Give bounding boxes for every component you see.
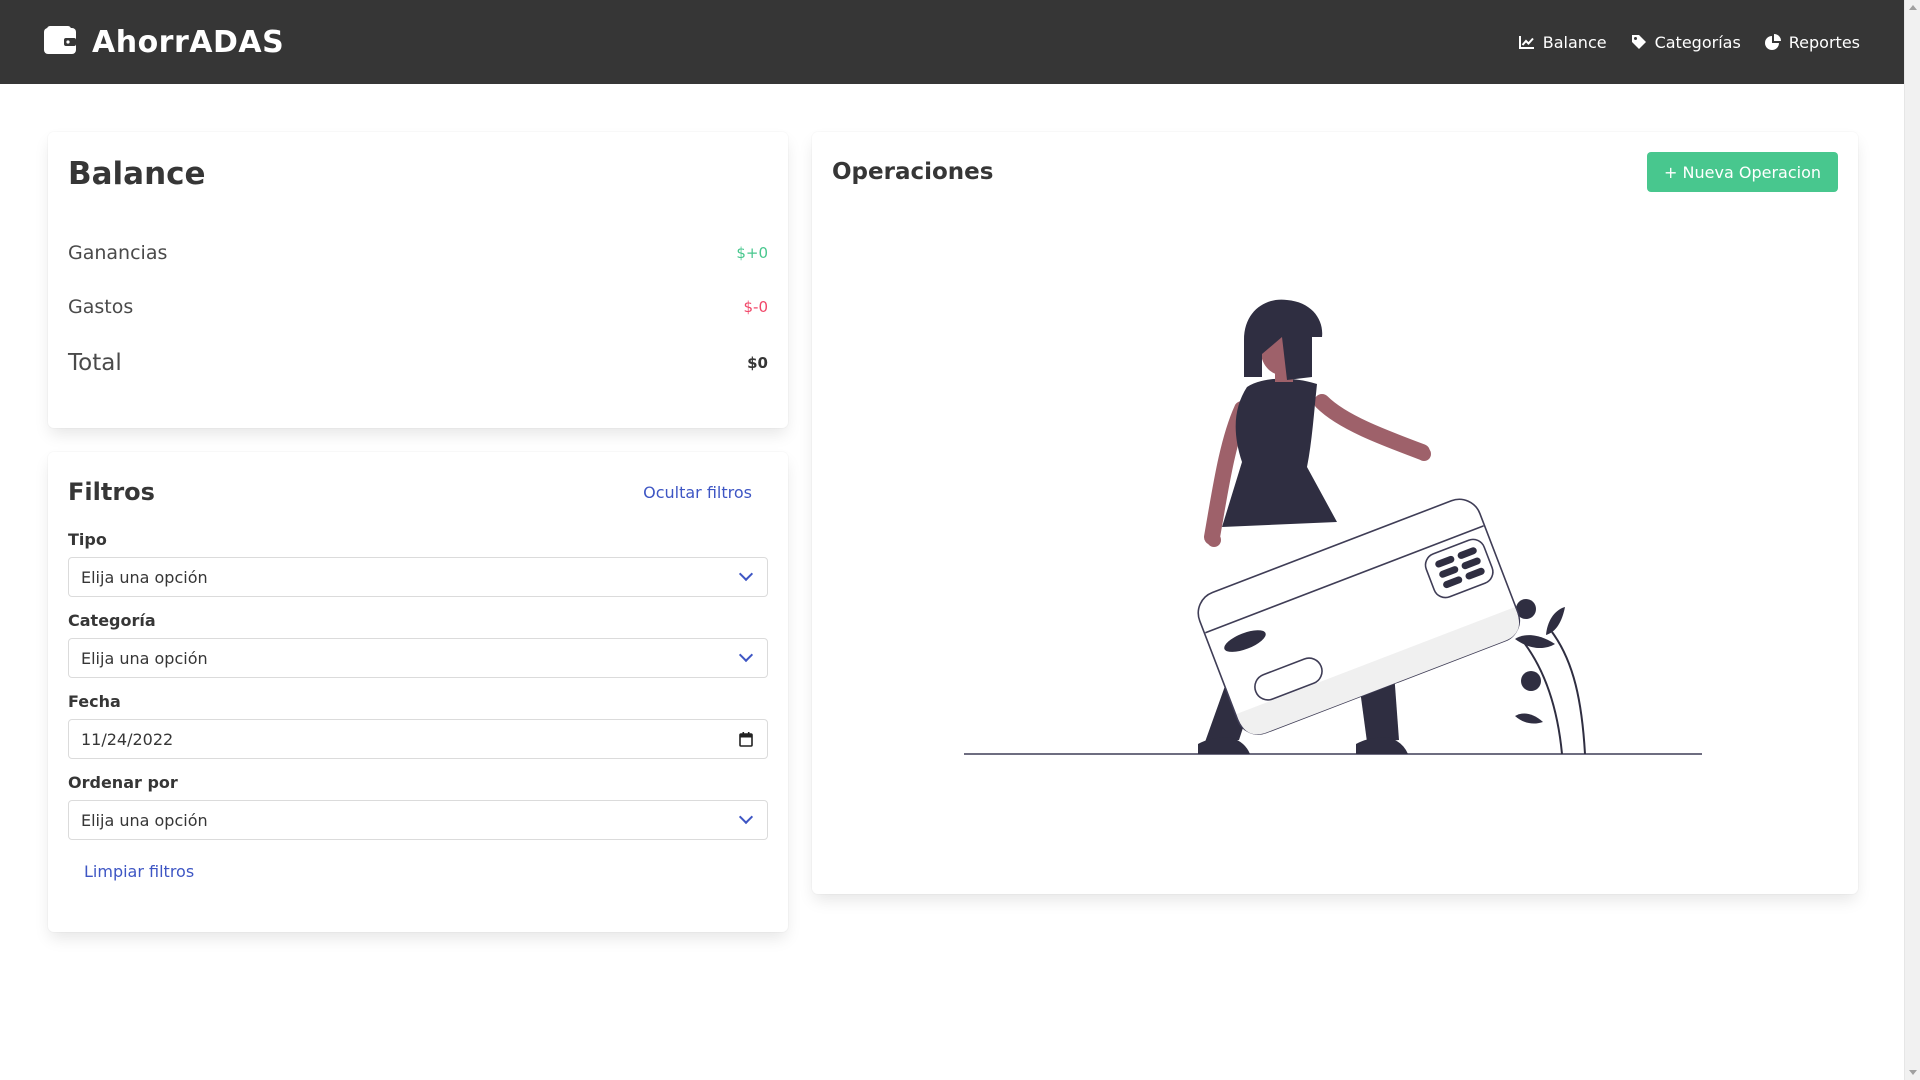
new-operation-button[interactable]: + Nueva Operacion <box>1647 152 1838 192</box>
total-value: $0 <box>747 354 768 372</box>
categoria-label: Categoría <box>68 611 156 630</box>
chevron-down-icon <box>738 647 754 663</box>
nav-item-balance[interactable]: Balance <box>1518 32 1607 52</box>
tipo-label: Tipo <box>68 530 107 549</box>
operations-title: Operaciones <box>832 159 994 185</box>
nav-item-reportes[interactable]: Reportes <box>1764 32 1860 52</box>
brand-title: AhorrADAS <box>92 24 285 60</box>
fecha-input-value: 11/24/2022 <box>81 729 174 749</box>
filters-header: Filtros Ocultar filtros <box>68 472 768 512</box>
filters-card: Filtros Ocultar filtros Tipo Elija una o… <box>48 452 788 932</box>
empty-operations-illustration <box>962 292 1702 776</box>
pie-chart-icon <box>1764 34 1781 50</box>
hide-filters-link[interactable]: Ocultar filtros <box>643 483 752 502</box>
gastos-value: $-0 <box>743 298 769 316</box>
scroll-up-arrow-icon[interactable] <box>1909 5 1917 10</box>
orden-select-value: Elija una opción <box>81 810 208 830</box>
brand[interactable]: AhorrADAS <box>44 25 284 60</box>
total-label: Total <box>68 350 122 376</box>
operations-card: Operaciones + Nueva Operacion <box>812 132 1858 894</box>
nav-links: Balance Categorías Reportes <box>1518 32 1860 52</box>
ganancias-value: $+0 <box>736 244 768 262</box>
chevron-down-icon <box>738 809 754 825</box>
wallet-icon <box>44 26 76 58</box>
nav-item-categorias[interactable]: Categorías <box>1631 33 1741 52</box>
filters-title: Filtros <box>68 478 155 506</box>
categoria-field: Categoría Elija una opción <box>68 611 768 678</box>
chevron-down-icon <box>738 566 754 582</box>
nav-label-balance: Balance <box>1542 32 1607 52</box>
balance-title: Balance <box>68 156 206 192</box>
nav-label-reportes: Reportes <box>1788 32 1860 52</box>
navbar: AhorrADAS Balance Categorías Reportes <box>0 0 1904 84</box>
total-row: Total $0 <box>68 350 768 376</box>
balance-card: Balance Ganancias $+0 Gastos $-0 Total $… <box>48 132 788 428</box>
chart-line-icon <box>1518 35 1535 49</box>
orden-field: Ordenar por Elija una opción <box>68 773 768 840</box>
calendar-icon[interactable] <box>739 732 753 751</box>
tag-icon <box>1631 34 1647 50</box>
tipo-field: Tipo Elija una opción <box>68 530 768 597</box>
gastos-row: Gastos $-0 <box>68 296 768 318</box>
categoria-select-value: Elija una opción <box>81 648 208 668</box>
fecha-input[interactable]: 11/24/2022 <box>68 719 768 759</box>
ganancias-row: Ganancias $+0 <box>68 242 768 264</box>
fecha-field: Fecha 11/24/2022 <box>68 692 768 759</box>
scrollbar[interactable] <box>1904 0 1920 1080</box>
ganancias-label: Ganancias <box>68 242 168 264</box>
tipo-select-value: Elija una opción <box>81 567 208 587</box>
gastos-label: Gastos <box>68 296 134 318</box>
clear-filters-link[interactable]: Limpiar filtros <box>84 862 194 881</box>
fecha-label: Fecha <box>68 692 121 711</box>
categoria-select[interactable]: Elija una opción <box>68 638 768 678</box>
orden-select[interactable]: Elija una opción <box>68 800 768 840</box>
orden-label: Ordenar por <box>68 773 178 792</box>
nav-label-categorias: Categorías <box>1654 32 1741 52</box>
scroll-down-arrow-icon[interactable] <box>1909 1070 1917 1075</box>
operations-header: Operaciones + Nueva Operacion <box>832 152 1838 192</box>
tipo-select[interactable]: Elija una opción <box>68 557 768 597</box>
